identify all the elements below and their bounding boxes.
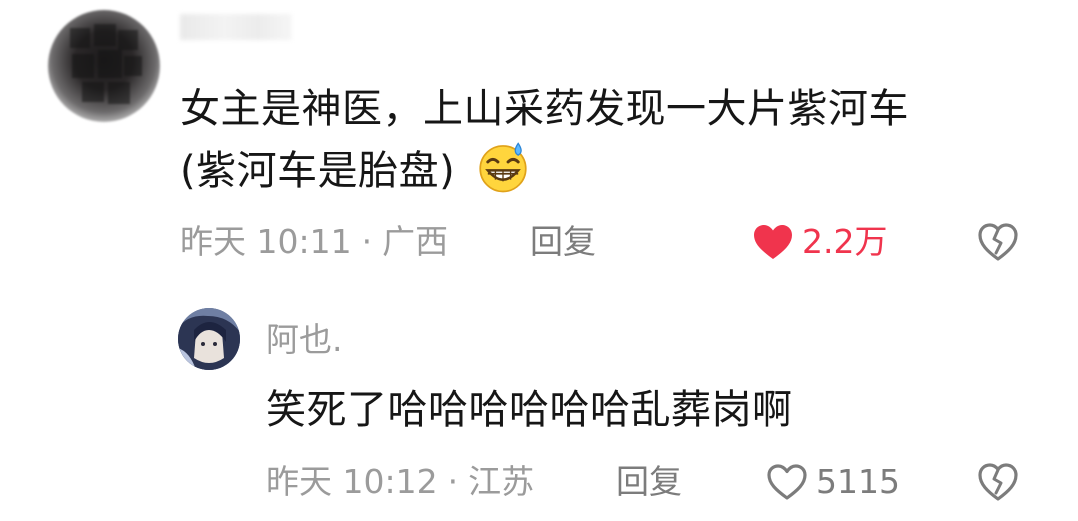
reply-username[interactable]: 阿也.: [266, 320, 343, 360]
comment-text: 女主是神医，上山采药发现一大片紫河车 (紫河车是胎盘): [180, 78, 1040, 202]
commenter-username-blurred[interactable]: [180, 14, 292, 40]
comment-like-count: 2.2万: [802, 222, 888, 261]
comment-text-line2: (紫河车是胎盘): [180, 140, 1040, 202]
reply-text: 笑死了哈哈哈哈哈哈乱葬岗啊: [266, 387, 793, 433]
reply-reply-button[interactable]: 回复: [616, 462, 682, 502]
reply-location: 江苏: [468, 462, 535, 501]
broken-heart-dislike-icon[interactable]: [976, 220, 1020, 264]
reply-like-button[interactable]: 5115: [766, 462, 900, 502]
broken-heart-dislike-icon[interactable]: [976, 460, 1020, 504]
grinning-sweat-emoji-icon: [479, 142, 528, 193]
comment-text-line2-text: (紫河车是胎盘): [180, 148, 456, 194]
comment-location: 广西: [382, 222, 449, 261]
reply-meta: 昨天 10:12 · 江苏: [266, 462, 534, 502]
comment-reply-button[interactable]: 回复: [530, 222, 596, 262]
heart-filled-icon: [754, 225, 792, 259]
reply-time: 昨天 10:12: [266, 462, 438, 501]
comment-text-line1: 女主是神医，上山采药发现一大片紫河车: [180, 86, 909, 132]
reply-avatar-image: [178, 308, 240, 370]
meta-separator: ·: [361, 222, 373, 261]
reply-avatar[interactable]: [178, 308, 240, 370]
meta-separator: ·: [447, 462, 459, 501]
reply-like-count: 5115: [816, 462, 900, 501]
heart-outline-icon: [767, 464, 807, 500]
comment-like-button[interactable]: 2.2万: [752, 222, 887, 262]
comment-meta: 昨天 10:11 · 广西: [180, 222, 448, 262]
comment-time: 昨天 10:11: [180, 222, 352, 261]
commenter-avatar[interactable]: [48, 10, 160, 122]
